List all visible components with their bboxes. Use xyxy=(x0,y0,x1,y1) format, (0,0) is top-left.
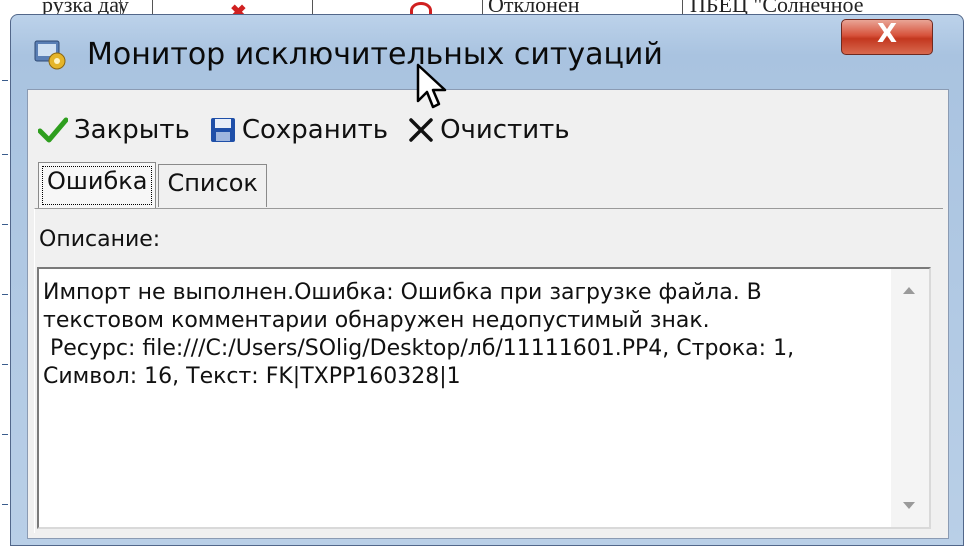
window-title: Монитор исключительных ситуаций xyxy=(87,37,663,72)
clear-button-label: Очистить xyxy=(440,115,570,145)
floppy-disk-icon xyxy=(210,118,235,142)
scroll-down-arrow-icon[interactable] xyxy=(903,502,915,509)
save-button[interactable]: Сохранить xyxy=(210,115,388,145)
toolbar: Закрыть Сохранить Очистить xyxy=(38,108,590,152)
close-button-label: Закрыть xyxy=(74,115,190,145)
save-button-label: Сохранить xyxy=(241,115,389,145)
description-text: Импорт не выполнен.Ошибка: Ошибка при за… xyxy=(43,280,795,389)
tab-list[interactable]: Список xyxy=(158,164,267,207)
vertical-scrollbar[interactable] xyxy=(891,269,929,527)
error-panel: Описание: Импорт не выполнен.Ошибка: Оши… xyxy=(34,208,943,533)
check-icon xyxy=(38,117,68,143)
mouse-cursor-icon xyxy=(416,63,447,109)
title-bar[interactable]: Монитор исключительных ситуаций X xyxy=(11,15,963,89)
description-textarea[interactable]: Импорт не выполнен.Ошибка: Ошибка при за… xyxy=(37,267,931,529)
clear-button[interactable]: Очистить xyxy=(408,115,570,145)
close-window-button[interactable]: X xyxy=(841,19,933,55)
close-button[interactable]: Закрыть xyxy=(38,115,190,145)
app-icon xyxy=(34,40,66,70)
scroll-up-arrow-icon[interactable] xyxy=(903,287,915,294)
tab-bar: Ошибка Список xyxy=(38,162,267,210)
tab-error[interactable]: Ошибка xyxy=(38,162,157,209)
description-label: Описание: xyxy=(39,227,161,252)
exception-monitor-window: Монитор исключительных ситуаций X Закрыт… xyxy=(10,14,964,546)
x-icon xyxy=(409,118,433,142)
close-icon: X xyxy=(876,19,898,49)
dialog-body: Закрыть Сохранить Очистить Ошибка Список xyxy=(27,89,949,539)
